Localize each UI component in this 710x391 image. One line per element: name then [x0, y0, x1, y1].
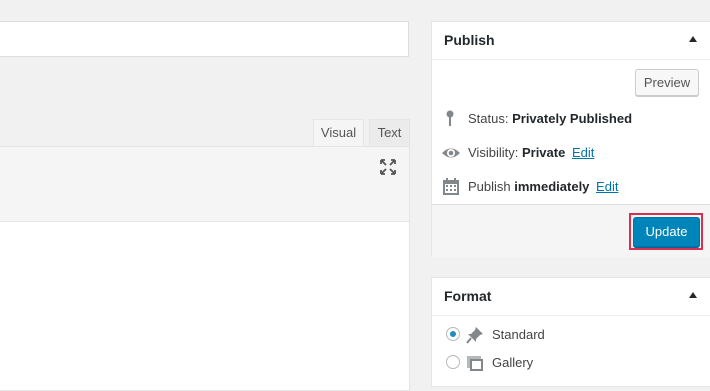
- publish-box: Publish Preview Status: Privately Publis…: [431, 21, 710, 257]
- format-radio-gallery[interactable]: [446, 355, 460, 369]
- editor-toolbar: [0, 146, 410, 222]
- format-box-title: Format: [444, 288, 492, 304]
- collapse-arrow-icon[interactable]: [689, 36, 697, 42]
- visibility-label: Visibility:: [468, 145, 519, 160]
- post-title-input[interactable]: [0, 21, 409, 57]
- format-box-header[interactable]: Format: [432, 278, 710, 316]
- collapse-arrow-icon[interactable]: [689, 292, 697, 298]
- update-button[interactable]: Update: [633, 217, 700, 247]
- gallery-icon: [467, 356, 483, 371]
- pin-icon: [466, 327, 483, 344]
- publish-label: Publish: [468, 179, 511, 194]
- format-box: Format Standard Gallery: [431, 277, 710, 387]
- fullscreen-icon[interactable]: [379, 158, 397, 176]
- tab-visual[interactable]: Visual: [313, 119, 364, 147]
- format-label-gallery: Gallery: [492, 355, 534, 370]
- format-radio-standard[interactable]: [446, 327, 460, 341]
- publish-box-title: Publish: [444, 32, 495, 48]
- format-label-standard: Standard: [492, 327, 545, 342]
- publish-date-edit-link[interactable]: Edit: [596, 179, 618, 194]
- status-value: Privately Published: [512, 111, 633, 126]
- visibility-edit-link[interactable]: Edit: [572, 145, 594, 160]
- eye-icon: [442, 148, 460, 158]
- pin-icon: [446, 110, 454, 126]
- status-label: Status:: [468, 111, 509, 126]
- visibility-value: Private: [521, 145, 566, 160]
- editor-content-area[interactable]: [0, 221, 410, 391]
- tab-text[interactable]: Text: [369, 119, 410, 147]
- calendar-icon: [443, 178, 459, 195]
- preview-button[interactable]: Preview: [635, 69, 699, 96]
- major-publishing-actions: Update: [432, 204, 710, 257]
- publish-value: immediately: [514, 179, 590, 194]
- publish-box-header[interactable]: Publish: [432, 22, 710, 60]
